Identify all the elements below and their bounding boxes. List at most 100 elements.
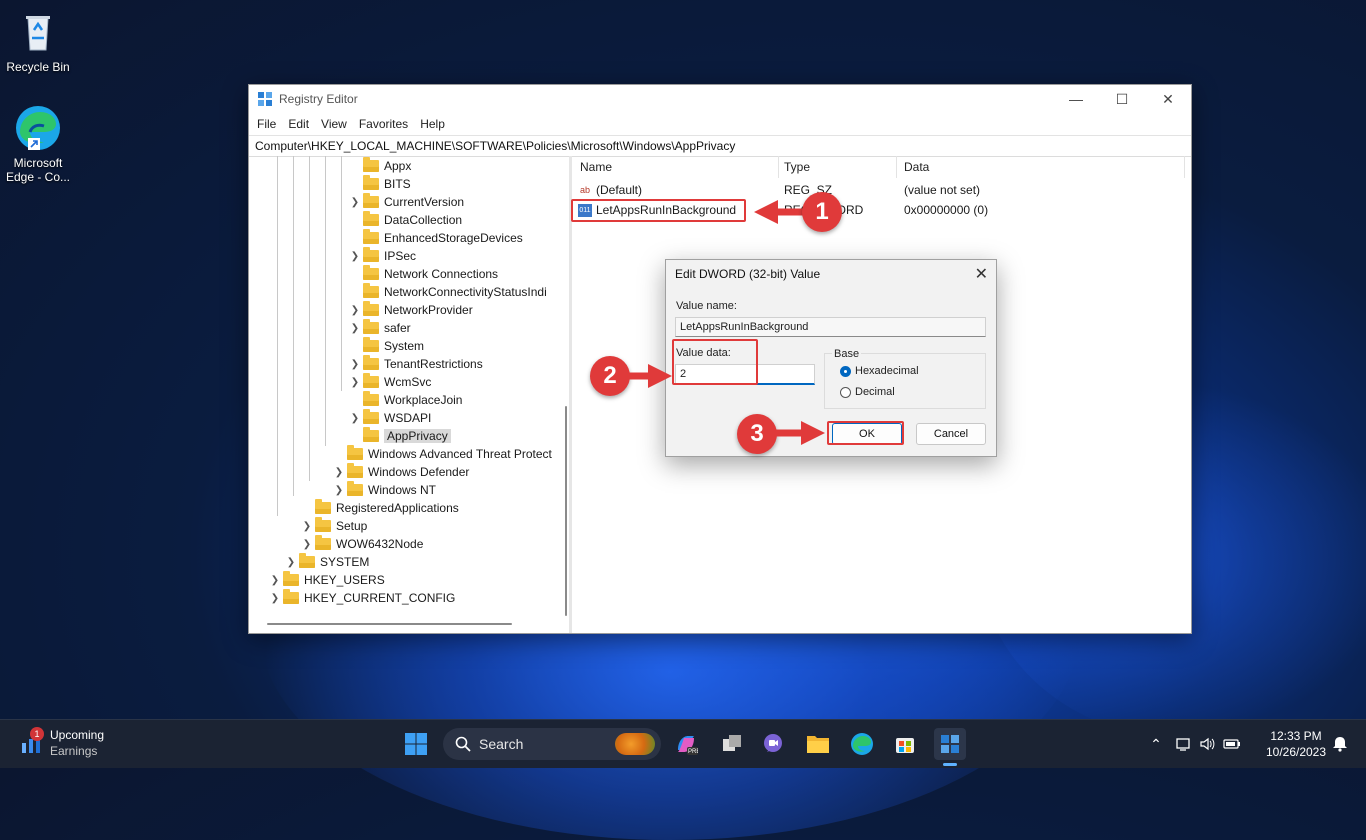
chevron-right-icon[interactable]: ❯ <box>349 359 361 370</box>
chevron-right-icon[interactable]: ❯ <box>269 575 281 586</box>
chevron-right-icon[interactable]: ❯ <box>301 539 313 550</box>
chevron-right-icon[interactable]: ❯ <box>349 323 361 334</box>
tree-node-label: RegisteredApplications <box>336 501 459 515</box>
chevron-up-icon: ⌃ <box>1150 735 1162 752</box>
menu-favorites[interactable]: Favorites <box>353 117 414 131</box>
column-header-name[interactable]: Name <box>580 160 612 174</box>
network-button[interactable] <box>1172 728 1194 760</box>
radio-hexadecimal-label: Hexadecimal <box>855 365 919 377</box>
task-view-button[interactable] <box>716 728 748 760</box>
widgets-button[interactable]: 1 Upcoming Earnings <box>18 727 128 761</box>
minimize-button[interactable]: — <box>1053 85 1099 113</box>
copilot-button[interactable]: PRE <box>670 728 702 760</box>
address-bar[interactable]: Computer\HKEY_LOCAL_MACHINE\SOFTWARE\Pol… <box>249 135 1191 157</box>
tree-node[interactable]: System <box>349 337 424 355</box>
tree-node[interactable]: ❯ WOW6432Node <box>301 535 423 553</box>
tree-node[interactable]: ❯ Windows NT <box>333 481 436 499</box>
show-hidden-icons-button[interactable]: ⌃ <box>1140 728 1172 760</box>
radio-decimal[interactable]: Decimal <box>840 386 895 398</box>
highlight-ok-button <box>827 421 904 445</box>
column-header-type[interactable]: Type <box>784 160 810 174</box>
registry-editor-taskbar-button[interactable] <box>934 728 966 766</box>
folder-icon <box>363 301 379 316</box>
battery-button[interactable] <box>1220 728 1244 760</box>
tree-node[interactable]: NetworkConnectivityStatusIndi <box>349 283 547 301</box>
key-tree[interactable]: Appx BITS ❯ CurrentVersion DataCollection Enh… <box>249 156 572 633</box>
chevron-right-icon[interactable]: ❯ <box>349 251 361 262</box>
tree-node[interactable]: ❯ HKEY_CURRENT_CONFIG <box>269 589 455 607</box>
chevron-right-icon[interactable]: ❯ <box>301 521 313 532</box>
column-separator[interactable] <box>1184 156 1185 178</box>
chat-icon <box>764 734 782 752</box>
edge-icon <box>14 104 62 152</box>
tree-node-label: WorkplaceJoin <box>384 393 463 407</box>
tree-node-label: Windows Defender <box>368 465 470 479</box>
tree-node[interactable]: Windows Advanced Threat Protect <box>333 445 552 463</box>
tree-node[interactable]: Appx <box>349 157 411 175</box>
tree-horizontal-scrollbar[interactable] <box>267 623 512 625</box>
tree-node[interactable]: ❯ Setup <box>301 517 367 535</box>
desktop-icon-recycle-bin[interactable]: Recycle Bin <box>0 8 76 74</box>
arrow-step-2-icon <box>628 364 672 388</box>
tree-node[interactable]: EnhancedStorageDevices <box>349 229 523 247</box>
tree-node[interactable]: ❯ WSDAPI <box>349 409 431 427</box>
tree-node[interactable]: ❯ WcmSvc <box>349 373 431 391</box>
tree-vertical-scrollbar[interactable] <box>565 406 567 616</box>
tree-node[interactable]: ❯ SYSTEM <box>285 553 369 571</box>
tree-node[interactable]: ❯ HKEY_USERS <box>269 571 385 589</box>
registry-editor-icon <box>941 735 959 753</box>
chevron-right-icon[interactable]: ❯ <box>333 467 345 478</box>
notifications-button[interactable] <box>1330 728 1350 760</box>
store-button[interactable] <box>889 728 921 760</box>
widget-title: Upcoming <box>50 728 105 742</box>
chevron-right-icon[interactable]: ❯ <box>333 485 345 496</box>
dialog-close-button[interactable]: ✕ <box>975 264 988 284</box>
tree-node[interactable]: WorkplaceJoin <box>349 391 462 409</box>
chevron-right-icon[interactable]: ❯ <box>349 413 361 424</box>
value-row[interactable]: ab (Default) <box>578 181 642 199</box>
tree-node[interactable]: ❯ IPSec <box>349 247 416 265</box>
tree-node[interactable]: ❯ NetworkProvider <box>349 301 473 319</box>
clock[interactable]: 12:33 PM 10/26/2023 <box>1256 728 1336 760</box>
folder-icon <box>315 499 331 514</box>
tree-node[interactable]: Network Connections <box>349 265 498 283</box>
maximize-button[interactable]: ☐ <box>1099 85 1145 113</box>
desktop-icon-edge[interactable]: Microsoft Edge - Co... <box>0 104 76 184</box>
volume-button[interactable] <box>1196 728 1218 760</box>
chevron-right-icon[interactable]: ❯ <box>285 557 297 568</box>
file-explorer-button[interactable] <box>802 728 834 760</box>
network-icon <box>1176 738 1190 751</box>
start-button[interactable] <box>400 728 432 760</box>
folder-icon <box>363 373 379 388</box>
column-separator[interactable] <box>778 156 779 178</box>
chevron-right-icon[interactable]: ❯ <box>349 197 361 208</box>
tree-node-label: CurrentVersion <box>384 195 465 209</box>
tree-node[interactable]: RegisteredApplications <box>301 499 459 517</box>
radio-hexadecimal[interactable]: Hexadecimal <box>840 365 919 377</box>
value-name-field[interactable]: LetAppsRunInBackground <box>675 317 986 337</box>
tree-node[interactable]: ❯ Windows Defender <box>333 463 469 481</box>
teams-chat-button[interactable] <box>757 728 789 760</box>
column-header-data[interactable]: Data <box>904 160 929 174</box>
title-bar[interactable]: Registry Editor — ☐ ✕ <box>249 85 1191 113</box>
tree-node[interactable]: ❯ safer <box>349 319 411 337</box>
menu-view[interactable]: View <box>315 117 353 131</box>
tree-node[interactable]: ❯ CurrentVersion <box>349 193 464 211</box>
column-separator[interactable] <box>896 156 897 178</box>
cancel-button[interactable]: Cancel <box>916 423 986 445</box>
close-button[interactable]: ✕ <box>1145 85 1191 113</box>
menu-help[interactable]: Help <box>414 117 451 131</box>
chevron-right-icon[interactable]: ❯ <box>269 593 281 604</box>
taskbar-search-box[interactable]: Search <box>443 728 661 760</box>
search-icon <box>455 736 471 752</box>
tree-node[interactable]: BITS <box>349 175 411 193</box>
chevron-right-icon[interactable]: ❯ <box>349 377 361 388</box>
search-label: Search <box>479 736 524 752</box>
edge-button[interactable] <box>846 728 878 760</box>
tree-node[interactable]: ❯ TenantRestrictions <box>349 355 483 373</box>
tree-node[interactable]: AppPrivacy <box>349 427 451 445</box>
chevron-right-icon[interactable]: ❯ <box>349 305 361 316</box>
tree-node[interactable]: DataCollection <box>349 211 462 229</box>
menu-file[interactable]: File <box>251 117 282 131</box>
menu-edit[interactable]: Edit <box>282 117 315 131</box>
